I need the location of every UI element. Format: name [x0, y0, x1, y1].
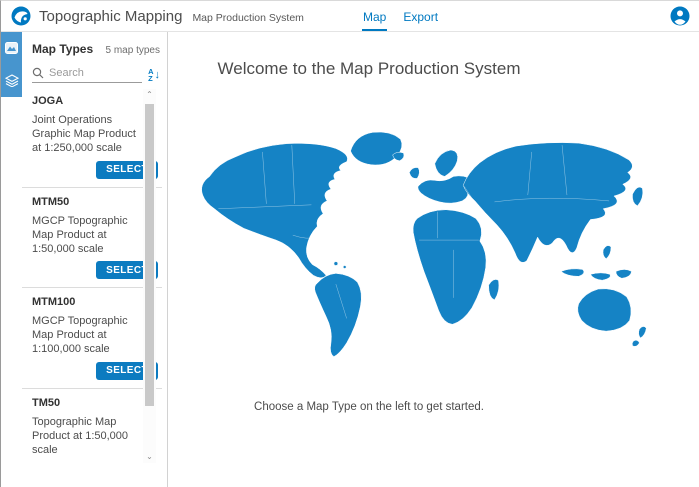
globe-logo-icon [11, 6, 31, 26]
map-type-description: MGCP Topographic Map Product at 1:50,000… [32, 214, 144, 256]
map-type-item: JOGA Joint Operations Graphic Map Produc… [22, 87, 162, 188]
map-type-name: MTM100 [32, 296, 160, 308]
map-type-list: JOGA Joint Operations Graphic Map Produc… [22, 87, 162, 461]
map-type-name: JOGA [32, 95, 160, 107]
world-map-graphic [189, 89, 659, 399]
search-input[interactable] [49, 67, 119, 79]
scrollbar-thumb[interactable] [145, 104, 154, 406]
app-subtitle: Map Production System [192, 12, 303, 24]
layers-icon[interactable] [1, 64, 22, 96]
map-type-description: Topographic Map Product at 1:50,000 scal… [32, 415, 144, 457]
user-avatar-icon[interactable] [670, 6, 690, 26]
tab-map[interactable]: Map [362, 2, 387, 31]
sort-az-icon[interactable]: A Z ↓ [148, 68, 160, 82]
sort-letter-z: Z [148, 75, 153, 82]
scroll-up-icon[interactable]: ⌃ [143, 89, 156, 101]
map-type-item: TM50 Topographic Map Product at 1:50,000… [22, 389, 162, 462]
map-type-item: MTM50 MGCP Topographic Map Product at 1:… [22, 188, 162, 289]
main-content: Welcome to the Map Production System [169, 32, 699, 487]
sort-arrow: ↓ [155, 70, 161, 81]
map-type-item: MTM100 MGCP Topographic Map Product at 1… [22, 288, 162, 389]
sidebar-scrollbar[interactable]: ⌃ ⌄ [143, 89, 156, 463]
instruction-text: Choose a Map Type on the left to get sta… [169, 401, 569, 413]
map-type-count: 5 map types [106, 45, 160, 56]
search-icon [32, 67, 44, 79]
tool-strip [1, 32, 22, 97]
header-tabs: Map Export [362, 1, 439, 32]
map-type-name: MTM50 [32, 196, 160, 208]
panel-title: Map Types [32, 42, 93, 56]
scroll-down-icon[interactable]: ⌄ [143, 451, 156, 463]
map-type-description: Joint Operations Graphic Map Product at … [32, 113, 144, 155]
app-header: Topographic Mapping Map Production Syste… [1, 1, 699, 32]
app-title: Topographic Mapping [39, 8, 182, 25]
map-type-name: TM50 [32, 397, 160, 409]
map-types-panel: Map Types 5 map types A Z ↓ JOGA Joint O… [22, 32, 168, 487]
welcome-title: Welcome to the Map Production System [169, 59, 569, 79]
map-type-description: MGCP Topographic Map Product at 1:100,00… [32, 314, 144, 356]
map-products-icon[interactable] [1, 32, 22, 64]
tab-export[interactable]: Export [402, 2, 439, 31]
search-box [32, 67, 142, 83]
